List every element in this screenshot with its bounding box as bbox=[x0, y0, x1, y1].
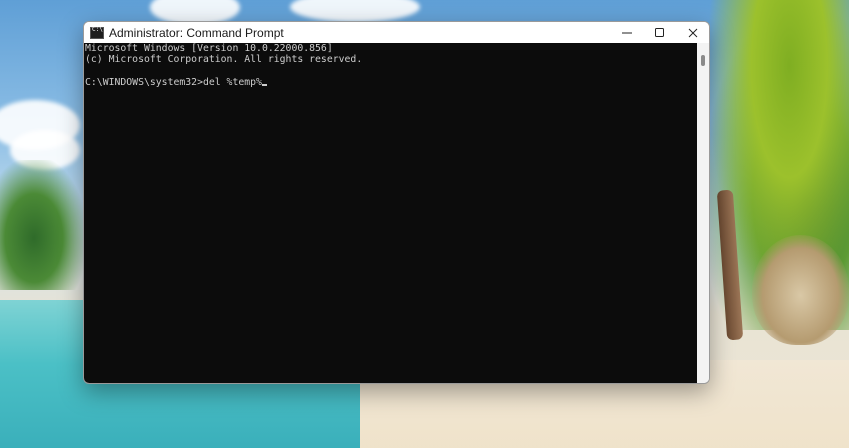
desktop-background: Administrator: Command Prompt Microsoft … bbox=[0, 0, 849, 448]
window-title: Administrator: Command Prompt bbox=[109, 25, 284, 40]
command-prompt-icon bbox=[90, 26, 104, 39]
maximize-button[interactable] bbox=[643, 22, 676, 43]
window-controls bbox=[610, 22, 709, 43]
text-cursor bbox=[261, 83, 267, 86]
close-button[interactable] bbox=[676, 22, 709, 43]
title-bar[interactable]: Administrator: Command Prompt bbox=[84, 22, 709, 43]
console-line: Microsoft Windows [Version 10.0.22000.85… bbox=[85, 43, 333, 54]
palm-trees-left bbox=[0, 160, 85, 290]
maximize-icon bbox=[654, 27, 664, 37]
minimize-button[interactable] bbox=[610, 22, 643, 43]
close-icon bbox=[688, 28, 697, 37]
command-line[interactable]: C:\WINDOWS\system32>del %temp% bbox=[84, 77, 697, 88]
console-line: (c) Microsoft Corporation. All rights re… bbox=[85, 54, 363, 66]
console-output[interactable]: Microsoft Windows [Version 10.0.22000.85… bbox=[84, 43, 697, 383]
cloud bbox=[290, 0, 420, 22]
command-prompt-window[interactable]: Administrator: Command Prompt Microsoft … bbox=[83, 21, 710, 384]
vertical-scrollbar[interactable] bbox=[697, 43, 709, 383]
scrollbar-thumb[interactable] bbox=[701, 55, 705, 66]
minimize-icon bbox=[621, 32, 632, 33]
command-text: C:\WINDOWS\system32>del %temp% bbox=[85, 76, 262, 88]
hanging-chair bbox=[752, 235, 849, 345]
